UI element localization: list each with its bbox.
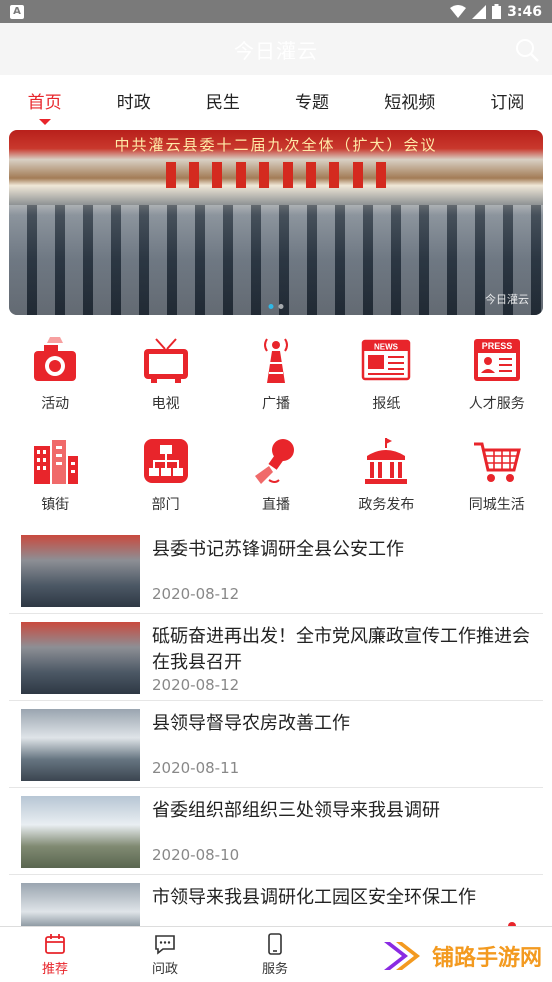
search-icon[interactable] xyxy=(514,37,540,63)
clock: 3:46 xyxy=(507,3,542,20)
news-headline: 县领导督导农房改善工作 xyxy=(152,713,350,734)
tab-short-video[interactable]: 短视频 xyxy=(380,82,439,123)
grid-item-radio[interactable]: 广播 xyxy=(221,335,331,420)
buildings-icon xyxy=(34,440,79,484)
grid-item-towns[interactable]: 镇街 xyxy=(0,436,110,521)
shopping-cart-icon xyxy=(473,442,521,482)
app-header: 今日灌云 xyxy=(0,23,552,75)
tv-icon xyxy=(143,338,188,383)
grid-item-gov-release[interactable]: 政务发布 xyxy=(331,436,441,521)
svg-text:PRESS: PRESS xyxy=(482,341,513,351)
banner-flags xyxy=(159,162,393,188)
grid-item-departments[interactable]: 部门 xyxy=(110,436,220,521)
news-date: 2020-08-11 xyxy=(152,759,240,777)
app-title: 今日灌云 xyxy=(234,38,318,63)
site-watermark: 铺路手游网 xyxy=(382,938,542,974)
nav-inquiry[interactable]: 问政 xyxy=(110,927,220,982)
banner-carousel[interactable]: 中共灌云县委十二届九次全体（扩大）会议 今日灌云 xyxy=(9,130,543,315)
news-thumbnail xyxy=(21,709,140,781)
grid-item-live[interactable]: 直播 xyxy=(221,436,331,521)
chat-bubble-icon xyxy=(155,935,175,955)
newspaper-icon: NEWS xyxy=(362,339,411,381)
phone-icon xyxy=(268,933,282,955)
notification-icon: A xyxy=(10,4,24,19)
news-date: 2020-08-12 xyxy=(152,676,240,694)
category-tabs: 首页 时政 民生 专题 短视频 订阅 xyxy=(0,75,552,130)
tab-livelihood[interactable]: 民生 xyxy=(202,82,244,123)
news-list: 县委书记苏锋调研全县公安工作 2020-08-12 砥砺奋进再出发！全市党风廉政… xyxy=(0,527,552,962)
news-thumbnail xyxy=(21,796,140,868)
live-mic-icon xyxy=(254,439,294,484)
list-item[interactable]: 省委组织部组织三处领导来我县调研 2020-08-10 xyxy=(9,788,543,875)
government-building-icon xyxy=(365,438,408,484)
tab-subscribe[interactable]: 订阅 xyxy=(486,82,528,123)
org-chart-icon xyxy=(143,439,188,483)
news-thumbnail xyxy=(21,622,140,694)
news-thumbnail xyxy=(21,535,140,607)
carousel-dot-active xyxy=(268,304,274,309)
news-headline: 砥砺奋进再出发！全市党风廉政宣传工作推进会在我县召开 xyxy=(152,626,530,673)
svg-text:NEWS: NEWS xyxy=(374,343,399,352)
tab-home[interactable]: 首页 xyxy=(24,82,66,123)
calendar-icon xyxy=(45,934,65,954)
carousel-dot xyxy=(278,304,284,309)
grid-item-local-life[interactable]: 同城生活 xyxy=(442,436,552,521)
carousel-indicator xyxy=(268,304,284,309)
news-date: 2020-08-10 xyxy=(152,846,240,864)
grid-item-activity[interactable]: 活动 xyxy=(0,335,110,420)
nav-service[interactable]: 服务 xyxy=(220,927,330,982)
signal-icon xyxy=(472,4,487,19)
tab-topics[interactable]: 专题 xyxy=(291,82,333,123)
news-headline: 省委组织部组织三处领导来我县调研 xyxy=(152,800,440,821)
news-headline: 市领导来我县调研化工园区安全环保工作 xyxy=(152,887,476,908)
news-date: 2020-08-12 xyxy=(152,585,240,603)
press-card-icon: PRESS xyxy=(473,339,520,381)
list-item[interactable]: 砥砺奋进再出发！全市党风廉政宣传工作推进会在我县召开 2020-08-12 xyxy=(9,614,543,701)
grid-item-newspaper[interactable]: NEWS 报纸 xyxy=(331,335,441,420)
list-item[interactable]: 县委书记苏锋调研全县公安工作 2020-08-12 xyxy=(9,527,543,614)
camera-icon xyxy=(34,337,77,381)
radio-tower-icon xyxy=(263,338,288,383)
battery-icon xyxy=(492,4,502,19)
nav-recommend[interactable]: 推荐 xyxy=(0,927,110,982)
status-bar: A 3:46 xyxy=(0,0,552,23)
banner-caption: 中共灌云县委十二届九次全体（扩大）会议 xyxy=(114,136,438,154)
watermark-logo-icon xyxy=(383,942,420,970)
banner-photo xyxy=(9,205,543,315)
feature-grid: 活动 电视 广播 NEWS 报纸 PRESS 人才服务 镇街 部门 直播 政务发… xyxy=(0,315,552,521)
news-headline: 县委书记苏锋调研全县公安工作 xyxy=(152,539,404,560)
list-item[interactable]: 县领导督导农房改善工作 2020-08-11 xyxy=(9,701,543,788)
tab-politics[interactable]: 时政 xyxy=(113,82,155,123)
wifi-icon xyxy=(450,4,467,18)
grid-item-tv[interactable]: 电视 xyxy=(110,335,220,420)
banner-watermark: 今日灌云 xyxy=(485,293,529,306)
grid-item-talent[interactable]: PRESS 人才服务 xyxy=(442,335,552,420)
